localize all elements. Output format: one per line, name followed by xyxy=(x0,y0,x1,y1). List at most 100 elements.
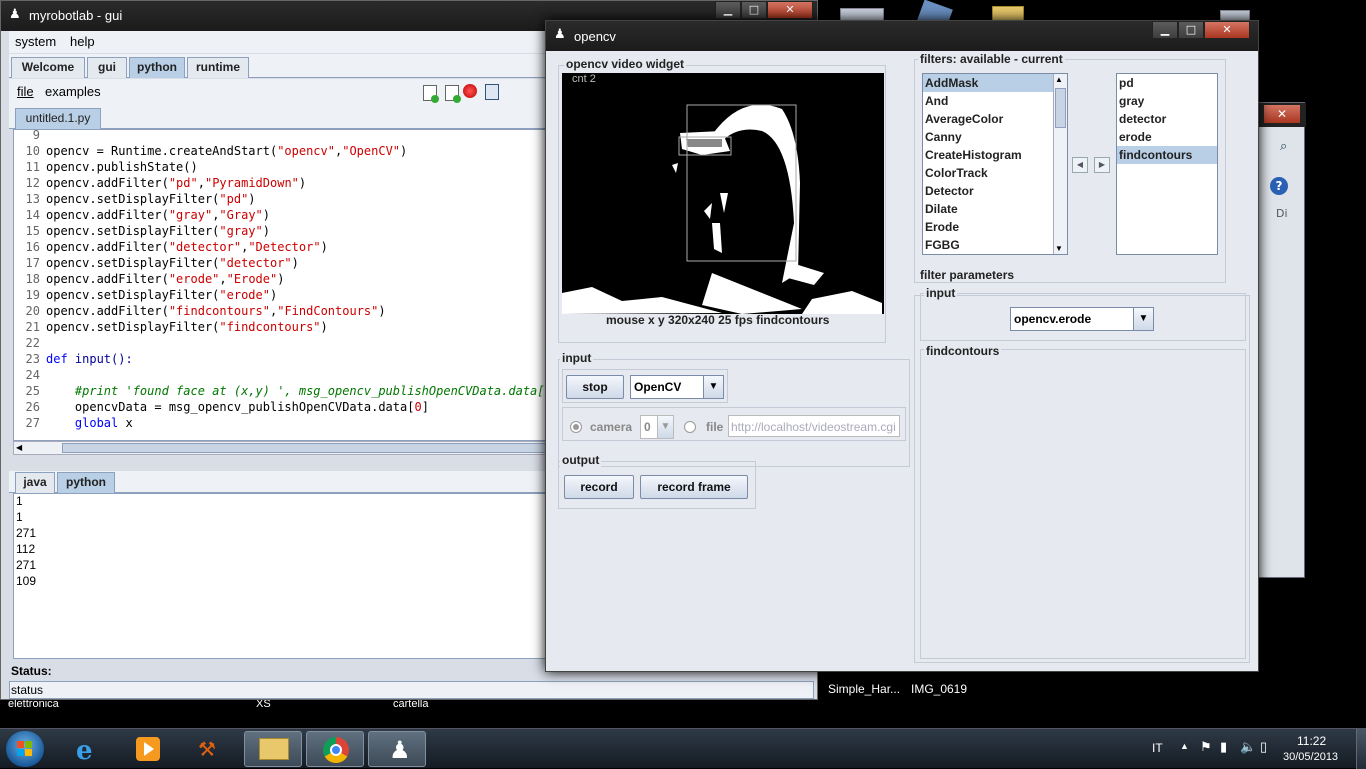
new-file-icon[interactable] xyxy=(423,85,439,103)
line-number: 26 xyxy=(25,400,40,414)
available-filter-item[interactable]: Erode xyxy=(923,218,1053,236)
chevron-down-icon[interactable]: ▼ xyxy=(1133,308,1153,330)
tab-python[interactable]: python xyxy=(129,57,185,78)
close-button[interactable]: ✕ xyxy=(767,1,813,19)
code-token: ) xyxy=(262,224,270,238)
file-url-input[interactable]: http://localhost/videostream.cgi xyxy=(728,415,900,437)
chrome-icon[interactable] xyxy=(306,731,364,767)
current-filter-item[interactable]: gray xyxy=(1117,92,1217,110)
available-filter-item[interactable]: Canny xyxy=(923,128,1053,146)
camera-index-select[interactable]: 0 ▼ xyxy=(640,415,674,439)
menu-examples[interactable]: examples xyxy=(45,84,101,99)
show-hidden-icons[interactable]: ▲ xyxy=(1180,741,1189,751)
code-token: "detector" xyxy=(219,256,292,270)
available-filter-item[interactable]: ColorTrack xyxy=(923,164,1053,182)
clock-date[interactable]: 30/05/2013 xyxy=(1283,751,1338,763)
volume-icon[interactable]: 🔈 xyxy=(1240,739,1256,755)
explorer-folder-icon[interactable] xyxy=(244,731,302,767)
remove-filter-button[interactable]: ◀ xyxy=(1072,157,1088,173)
power-icon[interactable]: ▯ xyxy=(1260,739,1267,755)
desktop-icon-label[interactable]: Simple_Har... xyxy=(828,682,900,696)
close-icon[interactable]: ✕ xyxy=(1264,105,1300,123)
code-text: def input(): xyxy=(46,352,133,366)
scroll-up-arrow[interactable]: ▲ xyxy=(1055,75,1063,84)
available-filters-scrollbar[interactable]: ▲ ▼ xyxy=(1053,74,1067,254)
close-button[interactable]: ✕ xyxy=(1204,21,1250,39)
menu-file[interactable]: file xyxy=(17,84,34,99)
current-filter-item[interactable]: pd xyxy=(1117,74,1217,92)
maximize-button[interactable]: □ xyxy=(1178,21,1204,39)
minimize-button[interactable]: ▁ xyxy=(1152,21,1178,39)
input-source-select[interactable]: opencv.erode ▼ xyxy=(1010,307,1154,331)
start-orb-icon[interactable] xyxy=(6,731,44,767)
internet-explorer-icon[interactable]: e xyxy=(60,731,118,767)
output-group-label: output xyxy=(560,453,602,467)
action-center-flag-icon[interactable]: ⚑ xyxy=(1200,739,1212,755)
available-filter-item[interactable]: CreateHistogram xyxy=(923,146,1053,164)
available-filter-item[interactable]: Dilate xyxy=(923,200,1053,218)
execute-script-icon[interactable] xyxy=(485,84,499,100)
tab-welcome[interactable]: Welcome xyxy=(11,57,85,78)
video-display[interactable]: cnt 2 xyxy=(562,73,884,314)
grabber-select[interactable]: OpenCV ▼ xyxy=(630,375,724,399)
current-filter-item[interactable]: erode xyxy=(1117,128,1217,146)
current-filter-item[interactable]: detector xyxy=(1117,110,1217,128)
media-player-icon[interactable] xyxy=(120,731,178,767)
minimize-button[interactable]: ▁ xyxy=(715,1,741,19)
scroll-left-arrow[interactable]: ◀ xyxy=(16,443,22,452)
tab-gui[interactable]: gui xyxy=(87,57,127,78)
current-filter-item[interactable]: findcontours xyxy=(1117,146,1217,164)
save-file-icon[interactable] xyxy=(445,85,461,103)
record-frame-button[interactable]: record frame xyxy=(640,475,748,499)
tools-icon[interactable]: ⚒ xyxy=(182,731,240,767)
scroll-thumb[interactable] xyxy=(62,443,552,453)
tab-python-console[interactable]: python xyxy=(57,472,115,493)
clock-time[interactable]: 11:22 xyxy=(1297,734,1326,748)
menu-system[interactable]: system xyxy=(15,34,56,49)
available-filter-item[interactable]: And xyxy=(923,92,1053,110)
record-button[interactable]: record xyxy=(564,475,634,499)
tab-runtime[interactable]: runtime xyxy=(187,57,249,78)
status-value: status xyxy=(11,683,44,697)
status-label: Status: xyxy=(11,664,52,678)
code-token: def xyxy=(46,352,68,366)
scroll-thumb[interactable] xyxy=(1055,88,1066,128)
opencv-titlebar[interactable]: ♟ opencv ▁ □ ✕ xyxy=(546,21,1258,51)
menu-help[interactable]: help xyxy=(70,34,95,49)
help-icon[interactable]: ? xyxy=(1270,177,1288,195)
show-desktop-button[interactable] xyxy=(1356,729,1366,769)
code-line: 19 opencv.setDisplayFilter("erode") xyxy=(14,288,552,304)
background-window[interactable]: ✕ ⌕ ? Di xyxy=(1255,102,1306,578)
chevron-down-icon[interactable]: ▼ xyxy=(657,416,673,438)
tab-java-console[interactable]: java xyxy=(15,472,55,493)
available-filter-item[interactable]: AddMask xyxy=(923,74,1053,92)
available-filter-item[interactable]: FGBG xyxy=(923,236,1053,254)
line-number: 9 xyxy=(32,129,40,142)
language-indicator[interactable]: IT xyxy=(1152,741,1163,755)
file-radio[interactable] xyxy=(684,421,696,433)
maximize-button[interactable]: □ xyxy=(741,1,767,19)
line-number: 11 xyxy=(25,160,40,174)
code-editor[interactable]: 9 10 opencv = Runtime.createAndStart("open… xyxy=(13,129,553,441)
stop-button[interactable]: stop xyxy=(566,375,624,399)
available-filter-item[interactable]: AverageColor xyxy=(923,110,1053,128)
network-icon[interactable]: ▮ xyxy=(1220,739,1227,755)
scroll-down-arrow[interactable]: ▼ xyxy=(1055,244,1063,253)
editor-horizontal-scrollbar[interactable]: ◀ xyxy=(13,441,553,455)
search-icon[interactable]: ⌕ xyxy=(1280,139,1298,157)
add-filter-button[interactable]: ▶ xyxy=(1094,157,1110,173)
stop-record-icon[interactable] xyxy=(463,84,477,98)
code-token: ) xyxy=(262,208,271,222)
desktop-icon-label[interactable]: IMG_0619 xyxy=(911,682,967,696)
code-token: opencv.setDisplayFilter( xyxy=(46,320,220,334)
available-filters-list[interactable]: AddMask And AverageColor Canny CreateHistogr… xyxy=(922,73,1068,255)
camera-radio[interactable] xyxy=(570,421,582,433)
myrobotlab-icon[interactable]: ♟ xyxy=(368,731,426,767)
tab-untitled-file[interactable]: untitled.1.py xyxy=(15,108,101,129)
file-label: file xyxy=(706,420,724,434)
console-output[interactable]: 1 1 271 112 271 109 xyxy=(13,493,553,659)
chevron-down-icon[interactable]: ▼ xyxy=(703,376,723,398)
current-filters-list[interactable]: pd gray detector erode findcontours xyxy=(1116,73,1218,255)
available-filter-item[interactable]: Detector xyxy=(923,182,1053,200)
opencv-window[interactable]: ♟ opencv ▁ □ ✕ opencv video widget cnt 2 xyxy=(545,20,1259,672)
